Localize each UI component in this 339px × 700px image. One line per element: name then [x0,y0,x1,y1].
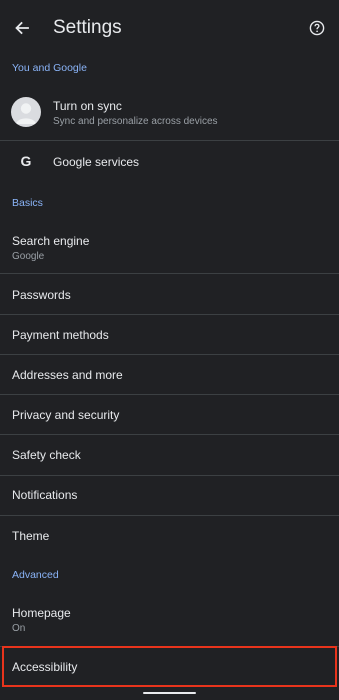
account-icon [16,103,36,124]
theme-label: Theme [12,529,50,543]
section-header-advanced: Advanced [12,569,59,581]
sync-row[interactable] [0,86,339,140]
homepage-value: On [12,623,26,634]
gesture-navigation-bar[interactable] [143,692,196,694]
passwords-row[interactable]: Passwords [0,274,339,314]
notifications-label: Notifications [12,488,78,502]
addresses-label: Addresses and more [12,368,123,382]
page-title: Settings [53,17,122,38]
sync-subtitle: Sync and personalize across devices [53,116,218,127]
google-g-icon: G [20,153,32,169]
homepage-row[interactable]: Homepage On [0,595,339,646]
accessibility-highlight [2,646,337,687]
safety-check-label: Safety check [12,448,81,462]
google-services-label: Google services [53,155,140,169]
safety-check-row[interactable]: Safety check [0,435,339,475]
privacy-label: Privacy and security [12,408,120,422]
avatar [11,97,41,127]
addresses-row[interactable]: Addresses and more [0,355,339,395]
section-header-you-and-google: You and Google [12,62,87,74]
help-button[interactable] [303,14,331,42]
sync-title: Turn on sync [53,99,122,113]
homepage-label: Homepage [12,606,71,620]
payment-methods-row[interactable]: Payment methods [0,315,339,355]
back-button[interactable] [8,14,36,42]
google-services-row[interactable] [0,141,339,182]
arrow-left-icon [15,21,29,35]
search-engine-label: Search engine [12,234,90,248]
payment-methods-label: Payment methods [12,328,109,342]
privacy-row[interactable]: Privacy and security [0,395,339,435]
search-engine-value: Google [12,251,45,262]
passwords-label: Passwords [12,288,71,302]
section-header-basics: Basics [12,197,43,209]
help-circle-icon [309,20,325,36]
theme-row[interactable]: Theme [0,516,339,556]
search-engine-row[interactable]: Search engine Google [0,222,339,273]
app-bar: Settings [0,0,339,56]
notifications-row[interactable]: Notifications [0,476,339,516]
